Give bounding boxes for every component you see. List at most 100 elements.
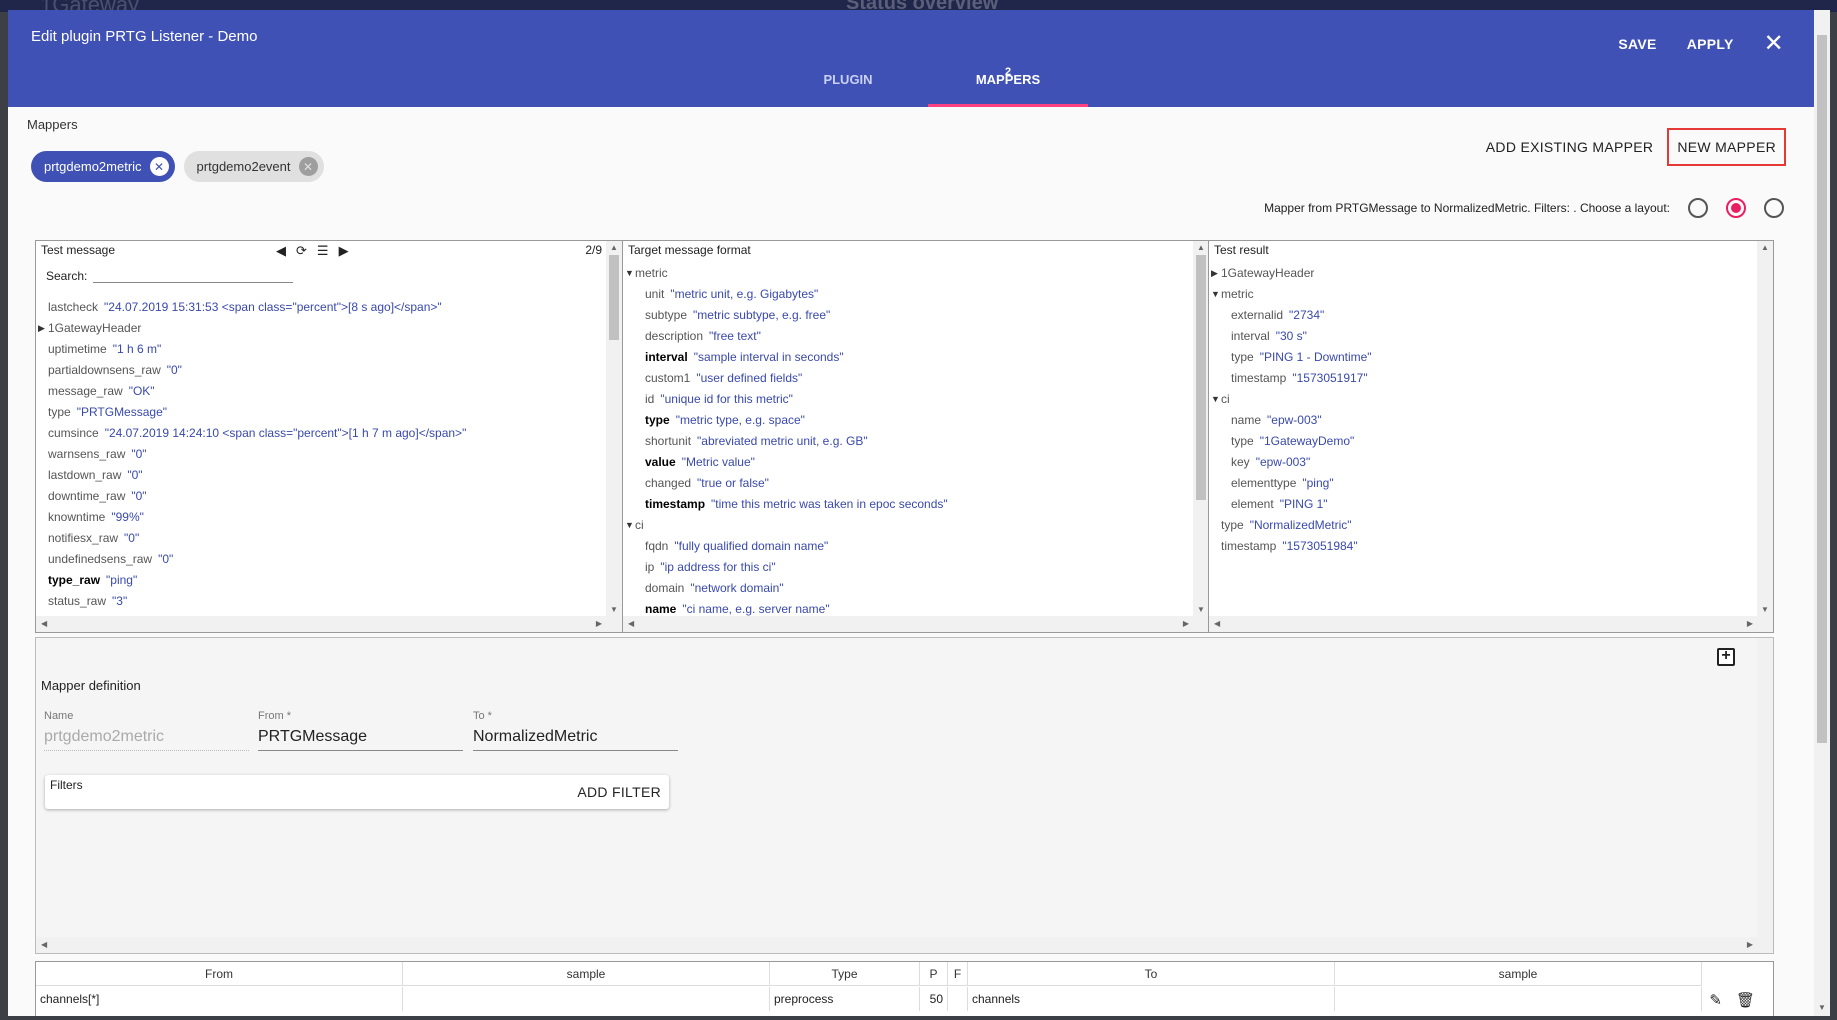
mapper-chip[interactable]: prtgdemo2metric ✕ <box>31 151 175 182</box>
from-input[interactable]: PRTGMessage <box>258 728 463 751</box>
tree-key: id <box>645 392 655 406</box>
tree-key: status_raw <box>48 594 107 608</box>
tab-plugin[interactable]: PLUGIN <box>768 72 928 107</box>
tree-row: notifiesx_raw "0" <box>36 528 606 549</box>
vertical-scrollbar[interactable] <box>1757 638 1773 937</box>
edit-icon[interactable]: ✎ <box>1709 991 1722 1009</box>
close-icon[interactable]: ✕ <box>1764 32 1784 56</box>
tree-value: "1 h 6 m" <box>112 342 162 356</box>
previous-icon[interactable]: ◀ <box>276 243 286 259</box>
dialog-scrollbar[interactable]: ▼ <box>1814 10 1830 1016</box>
pane-header: Target message format <box>623 241 1209 261</box>
column-header: To <box>968 962 1335 985</box>
tree-key: metric <box>635 266 668 280</box>
pane-header: Test result <box>1209 241 1773 261</box>
refresh-icon[interactable]: ⟳ <box>296 243 307 259</box>
delete-icon[interactable]: 🗑 <box>1736 991 1755 1009</box>
to-field: To * NormalizedMetric <box>473 710 678 751</box>
tree-key: type <box>48 405 71 419</box>
tree-value: "0" <box>166 363 182 377</box>
scroll-down-icon[interactable]: ▼ <box>1193 605 1209 614</box>
chip-label: prtgdemo2event <box>196 159 291 174</box>
collapse-icon[interactable]: ▼ <box>1211 389 1220 410</box>
collapse-icon[interactable]: ▼ <box>625 263 634 284</box>
tree-value: "ping" <box>1302 476 1334 490</box>
to-input[interactable]: NormalizedMetric <box>473 728 678 751</box>
add-existing-mapper-button[interactable]: ADD EXISTING MAPPER <box>1478 131 1662 163</box>
cell-flag <box>948 987 968 1011</box>
tree-value: "metric unit, e.g. Gigabytes" <box>670 287 819 301</box>
tab-mappers[interactable]: 2 MAPPERS <box>928 66 1088 107</box>
scroll-down-icon[interactable]: ▼ <box>1757 605 1773 614</box>
cell-type: preprocess <box>770 987 920 1011</box>
scroll-up-icon[interactable]: ▲ <box>1193 243 1209 252</box>
expand-icon[interactable]: ▶ <box>38 318 45 339</box>
remove-chip-icon[interactable]: ✕ <box>298 157 318 176</box>
next-icon[interactable]: ▶ <box>339 243 349 259</box>
vertical-scrollbar[interactable]: ▲ ▼ <box>1193 241 1209 616</box>
tree-row: name "epw-003" <box>1209 410 1757 431</box>
layout-chooser: Mapper from PRTGMessage to NormalizedMet… <box>1264 198 1784 218</box>
tree-value: "ci name, e.g. server name" <box>682 602 830 616</box>
tree-value: "ping" <box>106 573 138 587</box>
scroll-down-icon[interactable]: ▼ <box>1814 1003 1830 1012</box>
horizontal-scrollbar[interactable]: ◀ ▶ <box>623 616 1209 632</box>
tree-value: "3" <box>112 594 128 608</box>
tree-key: externalid <box>1231 308 1284 322</box>
pane-title: Test message <box>41 243 116 257</box>
horizontal-scrollbar[interactable]: ◀ ▶ <box>36 937 1773 953</box>
scroll-up-icon[interactable]: ▲ <box>606 243 622 252</box>
add-filter-button[interactable]: ADD FILTER <box>577 784 661 800</box>
tree-value: "abreviated metric unit, e.g. GB" <box>697 434 868 448</box>
tree-row: knowntime "99%" <box>36 507 606 528</box>
collapse-icon[interactable]: ▼ <box>1211 284 1220 305</box>
table-row[interactable]: channels[*] preprocess 50 channels <box>36 987 1702 1011</box>
tree-row: lastcheck "24.07.2019 15:31:53 <span clas… <box>36 297 606 318</box>
tree-key: ci <box>635 518 644 532</box>
tree-row[interactable]: ▼ metric <box>623 263 1193 284</box>
scroll-thumb[interactable] <box>1196 255 1206 500</box>
tree-row: id "unique id for this metric" <box>623 389 1193 410</box>
vertical-scrollbar[interactable]: ▲ ▼ <box>1757 241 1773 616</box>
tree-row: message_raw "OK" <box>36 381 606 402</box>
horizontal-scrollbar[interactable]: ◀ ▶ <box>1209 616 1773 632</box>
pane-title: Target message format <box>628 243 751 257</box>
tree-key: 1GatewayHeader <box>48 321 142 335</box>
scroll-down-icon[interactable]: ▼ <box>606 605 622 614</box>
tree-row[interactable]: ▼ metric <box>1209 284 1757 305</box>
expand-icon[interactable]: ▶ <box>1211 263 1218 284</box>
new-mapper-button[interactable]: NEW MAPPER <box>1667 128 1786 166</box>
tab-label: PLUGIN <box>823 72 873 87</box>
scroll-up-icon[interactable]: ▲ <box>1757 243 1773 252</box>
vertical-scrollbar[interactable]: ▲ ▼ <box>606 241 622 616</box>
collapse-icon[interactable]: ▼ <box>625 515 634 536</box>
remove-chip-icon[interactable]: ✕ <box>149 157 169 176</box>
filters-card: Filters ADD FILTER <box>45 775 669 809</box>
tree-value: "0" <box>124 531 140 545</box>
tree-value: "24.07.2019 15:31:53 <span class="percen… <box>104 300 442 314</box>
search-input[interactable] <box>93 269 294 283</box>
tree-row: uptimetime "1 h 6 m" <box>36 339 606 360</box>
tree-row[interactable]: ▼ ci <box>623 515 1193 536</box>
layout-radio-1[interactable] <box>1688 198 1708 218</box>
dialog-app-bar: Edit plugin PRTG Listener - Demo SAVE AP… <box>8 10 1830 107</box>
tree-value: "NormalizedMetric" <box>1249 518 1352 532</box>
add-box-icon[interactable]: + <box>1717 648 1735 666</box>
tree-value: "PRTGMessage" <box>76 405 168 419</box>
tree-row[interactable]: ▶ 1GatewayHeader <box>36 318 606 339</box>
apply-button[interactable]: APPLY <box>1687 36 1734 52</box>
tree-row[interactable]: ▶ 1GatewayHeader <box>1209 263 1757 284</box>
tree-key: interval <box>1231 329 1270 343</box>
layout-radio-3[interactable] <box>1764 198 1784 218</box>
layout-radio-2[interactable] <box>1726 198 1746 218</box>
tree-key: unit <box>645 287 665 301</box>
table-header: From sample Type P F To sample <box>36 962 1702 986</box>
scroll-thumb[interactable] <box>1817 35 1827 743</box>
mapper-chip[interactable]: prtgdemo2event ✕ <box>183 151 324 182</box>
horizontal-scrollbar[interactable]: ◀ ▶ <box>36 616 622 632</box>
save-button[interactable]: SAVE <box>1618 36 1656 52</box>
scroll-thumb[interactable] <box>609 255 619 340</box>
tree-row[interactable]: ▼ ci <box>1209 389 1757 410</box>
target-format-list: ▼ metric unit "metric unit, e.g. Gigabytes"… <box>623 263 1193 616</box>
format-icon[interactable]: ☰ <box>317 243 329 259</box>
